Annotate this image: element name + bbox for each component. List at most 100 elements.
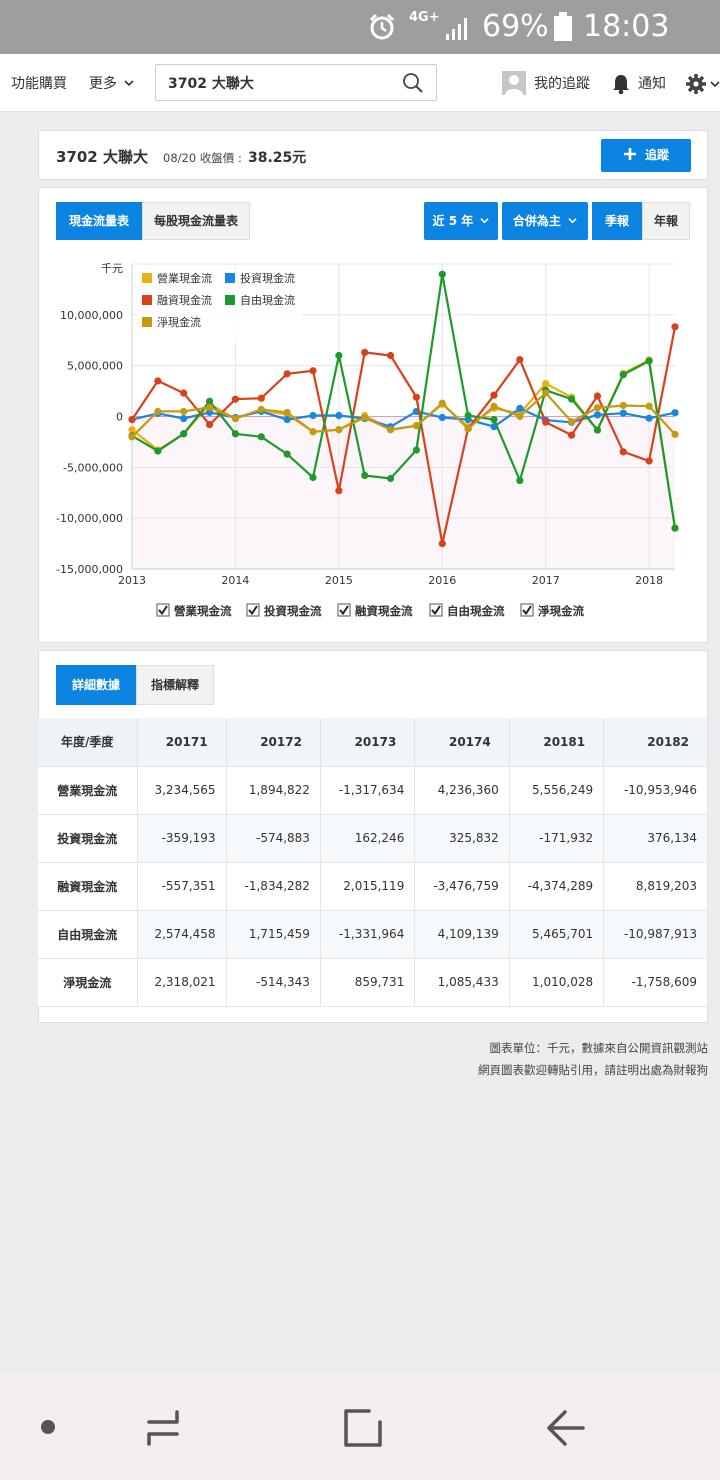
- user-avatar-icon[interactable]: [502, 71, 526, 95]
- data-point: [619, 409, 627, 417]
- data-point: [516, 355, 524, 364]
- data-point: [619, 371, 627, 379]
- data-point: [671, 323, 679, 331]
- table-cell: 1,894,822: [226, 766, 321, 815]
- data-point: [335, 426, 343, 434]
- data-point: [567, 395, 576, 403]
- checkbox-box: [156, 603, 170, 617]
- data-point: [542, 380, 550, 388]
- table-col-header: 20181: [509, 718, 605, 767]
- consolidated-label: 合併為主: [512, 214, 561, 228]
- row-label: 融資現金流: [38, 862, 138, 911]
- checkbox-label: 營業現金流: [174, 604, 232, 618]
- my-track-link[interactable]: 我的追蹤: [534, 54, 590, 112]
- data-point: [412, 393, 421, 401]
- table-row: 淨現金流 2,318,021 -514,343 859,731 1,085,43…: [38, 958, 708, 1007]
- data-point: [645, 457, 653, 465]
- tab-per-share[interactable]: 每股現金流量表: [142, 202, 250, 240]
- y-tick-label: -10,000,000: [56, 512, 123, 525]
- x-tick-label: 2013: [118, 574, 146, 587]
- buy-link[interactable]: 功能購買: [11, 54, 67, 112]
- legend-swatch: [142, 317, 152, 327]
- more-menu[interactable]: 更多: [89, 54, 135, 112]
- chart-panel: 現金流量表 每股現金流量表 近 5 年 合併為主 季報 年報 10,000,00…: [38, 187, 708, 643]
- legend-swatch: [142, 295, 152, 305]
- gear-icon[interactable]: [685, 73, 707, 95]
- data-point: [516, 476, 524, 485]
- x-tick-label: 2018: [635, 574, 663, 587]
- table-cell: -1,317,634: [320, 766, 416, 815]
- data-point: [542, 389, 550, 397]
- data-point: [257, 433, 265, 441]
- battery-percent: 69%: [482, 9, 549, 44]
- search-input[interactable]: [168, 71, 388, 95]
- data-point: [386, 426, 395, 434]
- bell-icon[interactable]: [611, 73, 631, 95]
- follow-button[interactable]: 追蹤: [601, 139, 691, 172]
- data-point: [645, 414, 653, 422]
- data-point: [231, 430, 240, 438]
- x-tick-label: 2017: [532, 574, 560, 587]
- table-cell: -3,476,759: [414, 862, 510, 911]
- row-label: 自由現金流: [38, 910, 138, 959]
- period-label: 近 5 年: [432, 214, 474, 228]
- data-point: [180, 389, 188, 397]
- top-nav: 功能購買 更多 我的追蹤 通知: [0, 54, 720, 112]
- data-point: [490, 391, 498, 399]
- table-cell: 1,715,459: [226, 910, 321, 959]
- table-cell: 1,085,433: [414, 958, 510, 1007]
- period-dropdown[interactable]: 近 5 年: [424, 202, 498, 240]
- tab-quarterly[interactable]: 季報: [592, 202, 642, 240]
- tab-cashflow[interactable]: 現金流量表: [56, 202, 142, 240]
- chevron-down-icon: [480, 218, 490, 224]
- data-point: [386, 474, 395, 483]
- home-icon[interactable]: [343, 1408, 383, 1448]
- table-header-row: 年度/季度 20171 20172 20173 20174 20181 2018…: [38, 718, 708, 767]
- data-point: [619, 448, 627, 456]
- y-tick-label: -5,000,000: [63, 461, 123, 474]
- table-cell: 376,134: [603, 814, 708, 863]
- checkbox-box: [429, 603, 443, 617]
- x-tick-label: 2015: [325, 574, 353, 587]
- series-toggle-checkbox[interactable]: 淨現金流: [520, 603, 584, 618]
- search-icon[interactable]: [402, 72, 424, 94]
- table-cell: 1,010,028: [509, 958, 605, 1007]
- table-cell: -359,193: [137, 814, 227, 863]
- consolidated-dropdown[interactable]: 合併為主: [502, 202, 588, 240]
- table-cell: 859,731: [320, 958, 416, 1007]
- series-toggle-checkbox[interactable]: 營業現金流: [156, 603, 232, 618]
- tab-yearly[interactable]: 年報: [642, 202, 690, 240]
- recent-apps-icon[interactable]: [143, 1408, 183, 1448]
- table-cell: 2,574,458: [137, 910, 227, 959]
- system-nav-bar: [0, 1372, 720, 1480]
- table-row: 營業現金流 3,234,565 1,894,822 -1,317,634 4,2…: [38, 766, 708, 815]
- data-point: [180, 407, 188, 416]
- data-point: [645, 402, 653, 410]
- x-tick-label: 2014: [221, 574, 249, 587]
- row-label: 營業現金流: [38, 766, 138, 815]
- data-point: [205, 403, 214, 411]
- legend-swatch: [225, 273, 235, 283]
- table-cell: 2,318,021: [137, 958, 227, 1007]
- data-point: [128, 415, 136, 424]
- cashflow-table: 年度/季度 20171 20172 20173 20174 20181 2018…: [38, 718, 708, 1007]
- legend-label: 營業現金流: [157, 271, 212, 285]
- back-icon[interactable]: [545, 1408, 585, 1448]
- network-type: 4G+: [409, 10, 440, 25]
- series-toggle-checkbox[interactable]: 自由現金流: [429, 603, 505, 618]
- legend-label: 自由現金流: [240, 293, 295, 307]
- y-tick-label: 5,000,000: [67, 360, 123, 373]
- notify-link[interactable]: 通知: [638, 54, 666, 112]
- data-point: [335, 351, 343, 360]
- data-point: [593, 426, 602, 434]
- data-point: [490, 415, 498, 424]
- stock-header-panel: 3702 大聯大 08/20 收盤價 : 38.25元 追蹤: [38, 130, 708, 180]
- tab-detail-data[interactable]: 詳細數據: [56, 665, 136, 705]
- table-cell: 3,234,565: [137, 766, 227, 815]
- data-point: [464, 425, 472, 433]
- series-toggle-checkbox[interactable]: 投資現金流: [246, 603, 322, 618]
- table-cell: 8,819,203: [603, 862, 708, 911]
- series-toggle-checkbox[interactable]: 融資現金流: [337, 603, 413, 618]
- tab-indicator-explain[interactable]: 指標解釋: [136, 665, 214, 705]
- dot-icon[interactable]: [41, 1420, 55, 1434]
